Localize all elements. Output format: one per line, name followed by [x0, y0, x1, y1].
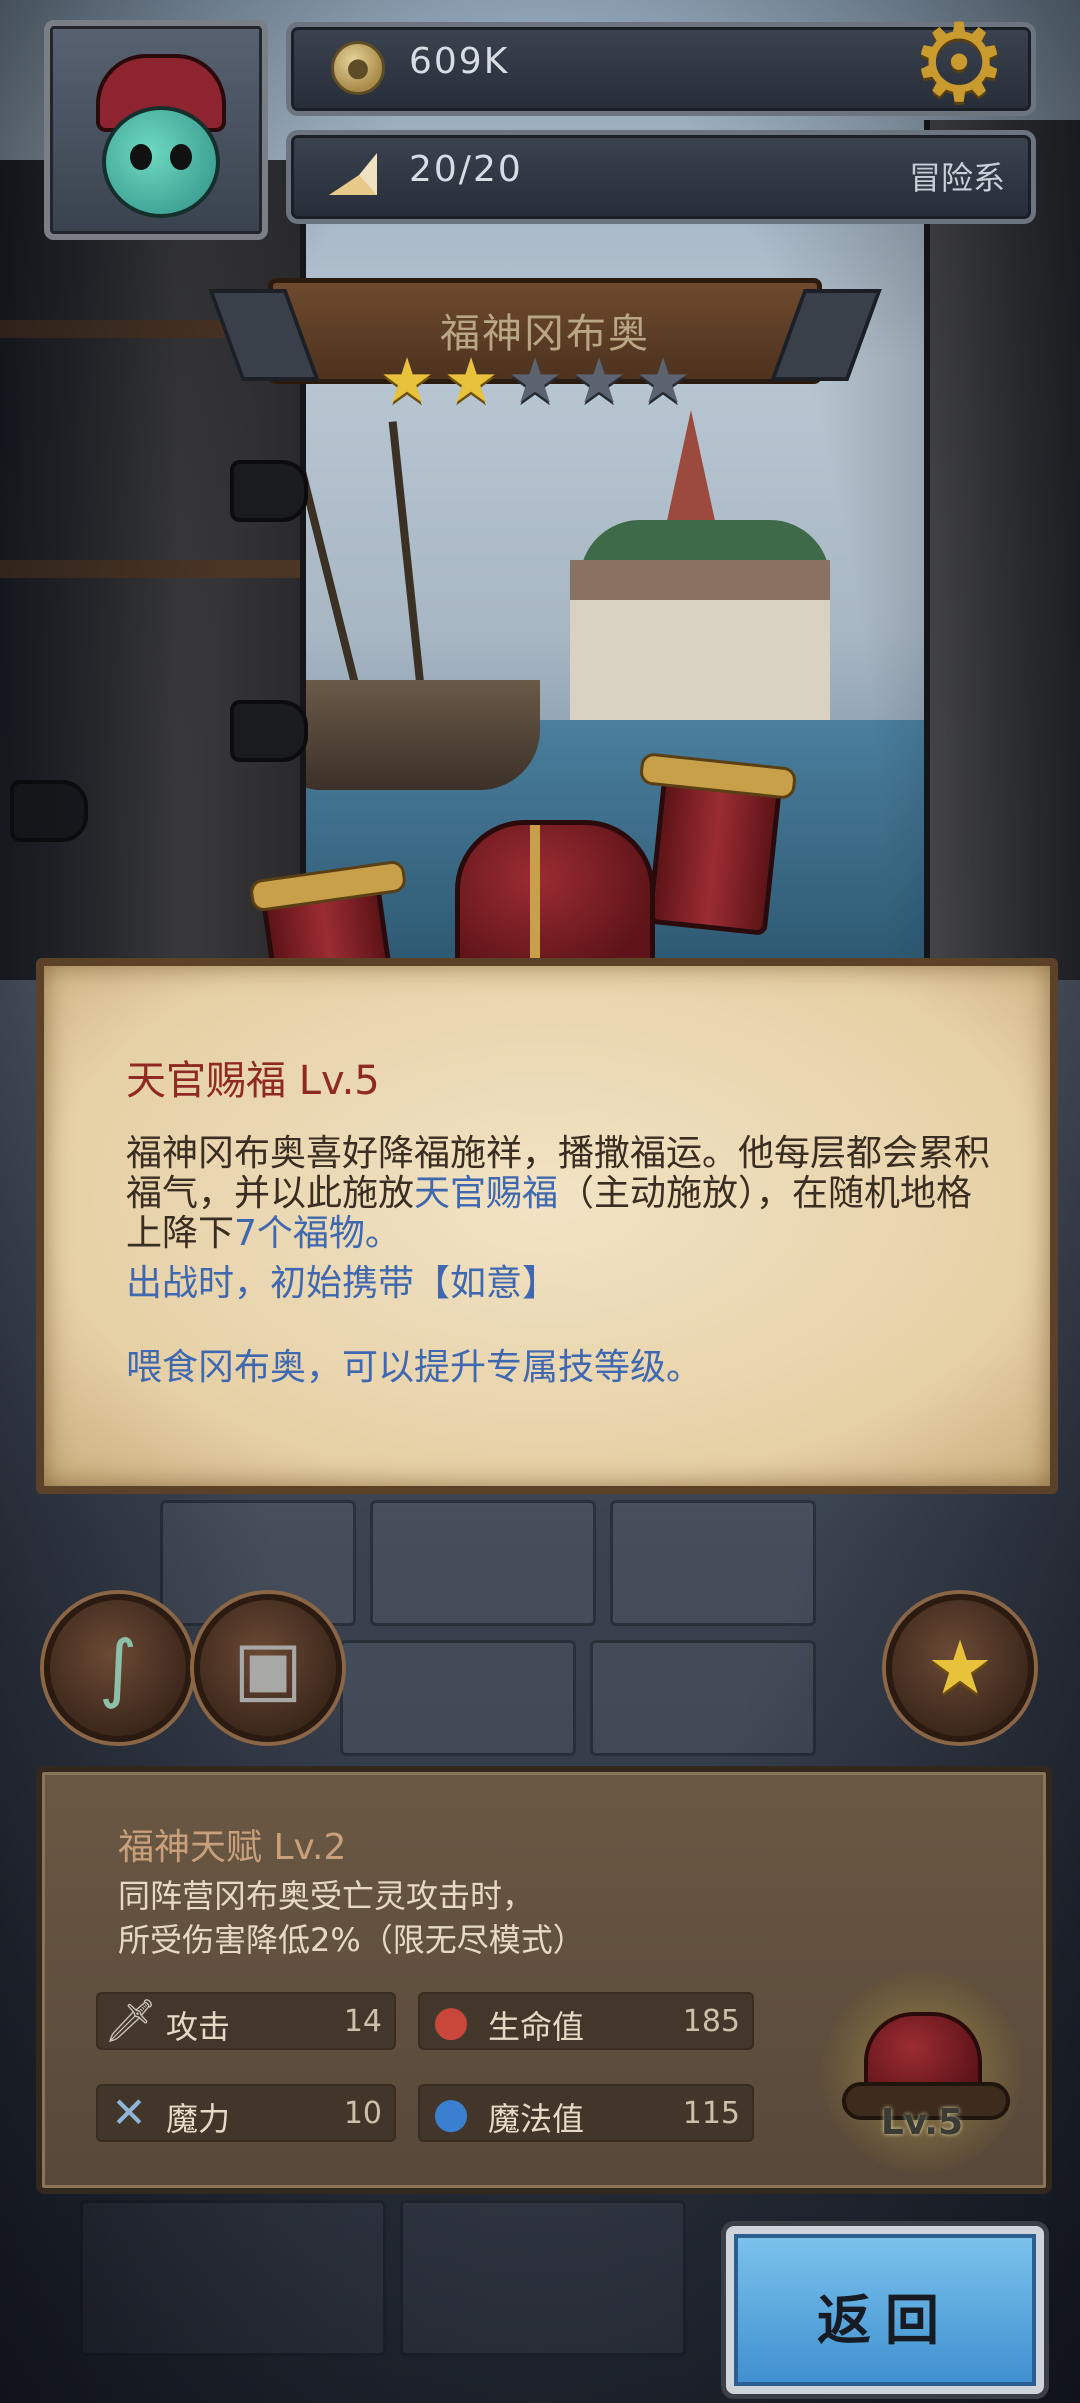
- ruyi-icon: ∫: [98, 1625, 138, 1711]
- talent-panel: 福神天赋 Lv.2 同阵营冈布奥受亡灵攻击时， 所受伤害降低2%（限无尽模式） …: [36, 1766, 1052, 2194]
- stat-value: 185: [682, 2004, 740, 2039]
- character-name: 福神冈布奥: [440, 311, 650, 357]
- skill-count: 7: [234, 1213, 257, 1254]
- portrait-eye: [170, 144, 192, 170]
- wand-icon: ✕: [111, 2088, 147, 2137]
- talent-description: 同阵营冈布奥受亡灵攻击时， 所受伤害降低2%（限无尽模式）: [118, 1874, 585, 1962]
- sword-icon: 🗡: [104, 1996, 158, 2045]
- coin-icon: ●: [331, 41, 385, 95]
- favorite-button[interactable]: ★: [886, 1594, 1034, 1742]
- stat-hp: ● 生命值 185: [418, 1992, 754, 2050]
- star-empty-icon: ★: [635, 344, 691, 417]
- star-filled-icon: ★: [443, 344, 499, 417]
- stat-label: 生命值: [488, 2008, 585, 2046]
- coin-amount: 609K: [409, 41, 510, 82]
- energy-amount: 20/20: [409, 149, 523, 190]
- skill-desc-text: 个福物。: [256, 1213, 401, 1254]
- character-portrait[interactable]: [44, 20, 268, 240]
- battle-start-item: 出战时，初始携带【如意】: [126, 1263, 559, 1304]
- stat-magic: ✕ 魔力 10: [96, 2084, 396, 2142]
- stat-label: 魔力: [166, 2100, 231, 2138]
- blue-potion-icon: ●: [432, 2088, 470, 2137]
- cake-slice-icon: [329, 153, 377, 195]
- talent-desc-line: 所受伤害降低2%（限无尽模式）: [118, 1921, 585, 1959]
- ruyi-item-button[interactable]: ∫: [44, 1594, 192, 1742]
- stat-label: 攻击: [166, 2008, 231, 2046]
- gear-icon[interactable]: ⚙: [905, 10, 1013, 118]
- stat-value: 14: [343, 2004, 382, 2039]
- star-rating: ★ ★ ★ ★ ★: [378, 344, 708, 422]
- emblem-level: Lv.5: [880, 2102, 964, 2143]
- red-potion-icon: ●: [432, 1996, 470, 2045]
- category-label: 冒险系: [908, 159, 1005, 197]
- energy-counter: 20/20 冒险系: [286, 130, 1036, 224]
- skill-title: 天官赐福 Lv.5: [126, 1058, 380, 1104]
- stat-value: 10: [343, 2096, 382, 2131]
- stat-label: 魔法值: [488, 2100, 585, 2138]
- star-icon: ★: [926, 1625, 994, 1711]
- talent-title: 福神天赋 Lv.2: [118, 1827, 347, 1868]
- skill-name-link: 天官赐福: [414, 1173, 559, 1214]
- character-level-emblem: Lv.5: [822, 1972, 1022, 2172]
- star-filled-icon: ★: [379, 344, 435, 417]
- star-empty-icon: ★: [507, 344, 563, 417]
- talent-desc-line: 同阵营冈布奥受亡灵攻击时，: [118, 1877, 535, 1915]
- feed-hint: 喂食冈布奥，可以提升专属技等级。: [126, 1347, 703, 1388]
- stat-attack: 🗡 攻击 14: [96, 1992, 396, 2050]
- book-icon: ▣: [233, 1625, 303, 1711]
- skill-description: 福神冈布奥喜好降福施祥，播撒福运。他每层都会累积福气，并以此施放天官赐福（主动施…: [126, 1134, 1006, 1254]
- back-button[interactable]: 返回: [726, 2226, 1044, 2394]
- stat-mp: ● 魔法值 115: [418, 2084, 754, 2142]
- portrait-eye: [130, 144, 152, 170]
- back-button-label: 返回: [817, 2289, 953, 2352]
- stat-value: 115: [682, 2096, 740, 2131]
- book-item-button[interactable]: ▣: [194, 1594, 342, 1742]
- star-empty-icon: ★: [571, 344, 627, 417]
- skill-description-panel: 天官赐福 Lv.5 福神冈布奥喜好降福施祥，播撒福运。他每层都会累积福气，并以此…: [36, 958, 1058, 1494]
- portrait-face: [102, 106, 220, 218]
